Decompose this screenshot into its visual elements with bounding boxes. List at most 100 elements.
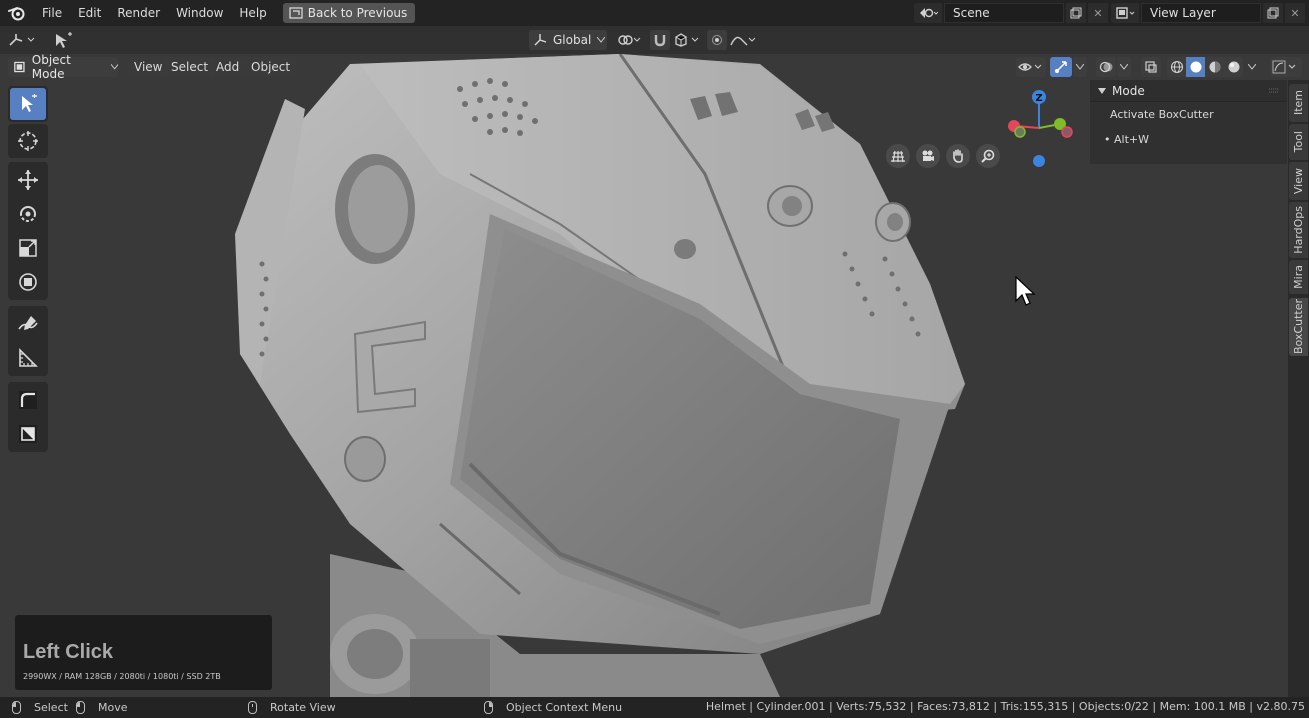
tab-boxcutter[interactable]: BoxCutter <box>1289 298 1308 356</box>
orientation-axes-icon <box>534 34 547 46</box>
tool-boxcutter[interactable] <box>10 418 46 450</box>
visibility-button[interactable] <box>1016 57 1046 77</box>
material-shading-button[interactable] <box>1205 57 1224 77</box>
new-view-layer-button[interactable] <box>1263 3 1283 23</box>
pencil-icon <box>18 316 38 330</box>
tool-measure[interactable] <box>10 342 46 374</box>
transform-orientation-dropdown[interactable]: Global <box>529 30 607 50</box>
snap-face-icon <box>675 33 699 47</box>
scale-icon <box>19 239 37 257</box>
wireframe-sphere-icon <box>1170 60 1183 74</box>
pivot-icon <box>618 35 641 45</box>
tab-view[interactable]: View <box>1289 162 1308 200</box>
triangle-down-icon <box>1098 87 1106 94</box>
tool-rotate[interactable] <box>10 198 46 230</box>
object-mode-dropdown[interactable]: Object Mode <box>8 53 118 81</box>
viewport-menu-select[interactable]: Select <box>165 57 215 77</box>
blender-logo-icon[interactable] <box>0 0 34 26</box>
view-layer-browse-button[interactable] <box>1111 3 1139 23</box>
delete-scene-button[interactable]: ✕ <box>1088 3 1108 23</box>
editor-options-button[interactable] <box>1270 57 1302 77</box>
zoom-view-button[interactable] <box>976 144 1000 168</box>
pan-view-button[interactable] <box>946 144 970 168</box>
tool-scale[interactable] <box>10 232 46 264</box>
menu-file[interactable]: File <box>34 0 70 26</box>
eye-icon <box>1018 63 1042 71</box>
select-box-mode-icon[interactable] <box>52 30 76 50</box>
overlays-icon <box>1099 61 1113 73</box>
tab-mira-label: Mira <box>1292 265 1305 289</box>
gizmo-icon <box>1055 61 1067 73</box>
status-select-hint: Select <box>12 701 68 714</box>
back-to-previous-button[interactable]: Back to Previous <box>282 3 416 23</box>
tool-move[interactable] <box>10 164 46 196</box>
status-select-label: Select <box>34 701 68 714</box>
proportional-edit-button[interactable] <box>707 30 727 50</box>
magnet-icon <box>654 35 666 47</box>
select-cursor-icon <box>22 94 37 112</box>
menu-render[interactable]: Render <box>109 0 168 26</box>
status-context-hint: Object Context Menu <box>484 701 622 714</box>
wireframe-shading-button[interactable] <box>1167 57 1186 77</box>
snap-target-button[interactable] <box>672 30 702 50</box>
delete-view-layer-button[interactable]: ✕ <box>1285 3 1305 23</box>
boxcutter-icon <box>19 425 37 443</box>
gizmo-dropdown-button[interactable] <box>1073 57 1087 77</box>
object-mode-icon <box>14 61 25 73</box>
menu-window[interactable]: Window <box>168 0 231 26</box>
tab-mira[interactable]: Mira <box>1289 260 1308 294</box>
tool-transform[interactable] <box>10 266 46 298</box>
viewport-menu-add[interactable]: Add <box>210 57 246 77</box>
toggle-ortho-button[interactable] <box>886 144 910 168</box>
tool-annotate[interactable] <box>10 308 46 340</box>
falloff-curve-icon <box>730 36 756 46</box>
viewport-menu-object[interactable]: Object <box>245 57 297 77</box>
editor-type-button[interactable] <box>6 30 42 50</box>
left-mouse-icon <box>12 701 21 714</box>
orientation-label: Global <box>553 33 592 47</box>
move-arrows-icon <box>18 170 38 190</box>
tab-view-label: View <box>1292 167 1305 195</box>
tab-tool[interactable]: Tool <box>1289 124 1308 160</box>
activate-boxcutter-label[interactable]: Activate BoxCutter <box>1090 102 1287 127</box>
gizmo-toggle-button[interactable] <box>1050 57 1072 77</box>
scene-browse-button[interactable] <box>914 3 942 23</box>
viewport-menu-view[interactable]: View <box>128 57 169 77</box>
navigation-gizmo[interactable]: Z <box>1000 86 1080 176</box>
drag-handle-icon[interactable] <box>1269 88 1279 94</box>
tab-hardops[interactable]: HardOps <box>1289 202 1308 258</box>
pivot-point-button[interactable] <box>614 30 644 50</box>
copy-icon <box>1267 7 1279 19</box>
scene-name-field[interactable]: Scene <box>944 3 1064 23</box>
chevron-down-icon <box>1076 64 1084 70</box>
falloff-button[interactable] <box>728 30 758 50</box>
mode-panel-header[interactable]: Mode <box>1090 80 1287 102</box>
camera-view-button[interactable] <box>916 144 940 168</box>
menu-edit[interactable]: Edit <box>70 0 109 26</box>
tab-item-label: Item <box>1292 90 1305 116</box>
overlays-dropdown-button[interactable] <box>1117 57 1131 77</box>
rendered-shading-button[interactable] <box>1224 57 1243 77</box>
viewport-header: Object Mode View Select Add Object <box>0 53 1309 81</box>
solid-shading-button[interactable] <box>1186 57 1205 77</box>
tool-select-box[interactable] <box>10 88 46 120</box>
view-layer-selector: View Layer ✕ <box>1111 3 1305 23</box>
view-layer-name-field[interactable]: View Layer <box>1141 3 1261 23</box>
middle-mouse-icon <box>248 701 257 714</box>
back-to-previous-label: Back to Previous <box>307 6 408 20</box>
tool-hardops[interactable] <box>10 384 46 416</box>
xray-toggle-button[interactable] <box>1141 57 1161 77</box>
ruler-icon <box>19 348 38 367</box>
screencast-keys-overlay: Left Click 2990WX / RAM 128GB / 2080ti /… <box>15 615 272 690</box>
chevron-down-icon <box>1248 64 1256 70</box>
shading-dropdown-button[interactable] <box>1245 57 1259 77</box>
overlays-button[interactable] <box>1096 57 1116 77</box>
pressed-key-label: Left Click <box>23 641 114 663</box>
menu-help[interactable]: Help <box>231 0 274 26</box>
tool-cursor[interactable] <box>10 125 46 157</box>
status-move-hint: Move <box>76 701 128 714</box>
new-scene-button[interactable] <box>1066 3 1086 23</box>
snap-toggle-button[interactable] <box>650 30 670 50</box>
fullscreen-exit-icon <box>289 7 303 19</box>
tab-item[interactable]: Item <box>1289 84 1308 122</box>
